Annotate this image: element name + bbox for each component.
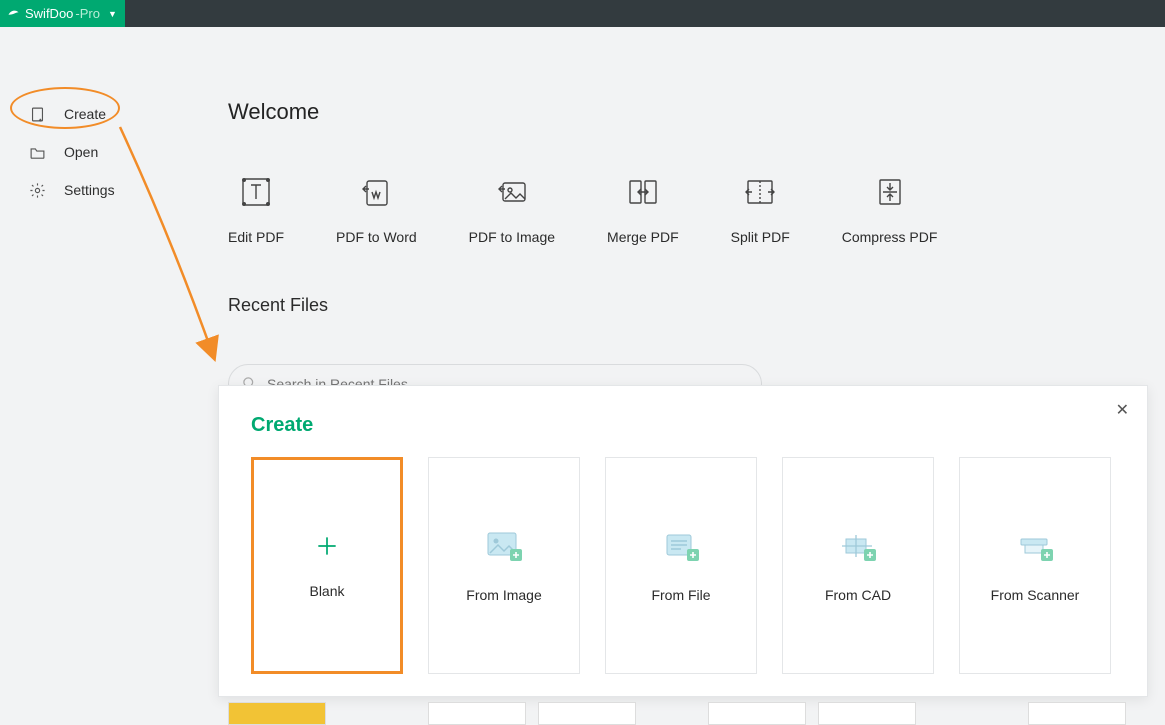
sidebar-item-label: Settings <box>64 182 115 198</box>
chevron-down-icon: ▼ <box>108 9 117 19</box>
create-option-label: Blank <box>309 583 344 599</box>
create-option-from-image[interactable]: From Image <box>428 457 580 674</box>
plus-icon <box>314 533 340 559</box>
sidebar-item-create[interactable]: Create <box>0 95 215 133</box>
qa-edit-pdf[interactable]: Edit PDF <box>228 173 284 245</box>
qa-label: Merge PDF <box>607 229 679 245</box>
pdf-to-word-icon <box>357 173 395 211</box>
sidebar-item-settings[interactable]: Settings <box>0 171 215 209</box>
close-icon: ✕ <box>1116 402 1129 419</box>
compress-pdf-icon <box>871 173 909 211</box>
thumbnail[interactable] <box>428 702 526 725</box>
cad-icon <box>838 529 878 563</box>
scanner-icon <box>1015 529 1055 563</box>
qa-split-pdf[interactable]: Split PDF <box>731 173 790 245</box>
image-icon <box>484 529 524 563</box>
qa-merge-pdf[interactable]: Merge PDF <box>607 173 679 245</box>
qa-label: PDF to Word <box>336 229 417 245</box>
titlebar: SwifDoo-Pro ▼ <box>0 0 1165 27</box>
create-option-from-scanner[interactable]: From Scanner <box>959 457 1111 674</box>
create-icon <box>28 105 46 123</box>
brand-suffix: -Pro <box>75 6 100 21</box>
recent-files-title: Recent Files <box>228 295 1165 316</box>
sidebar: Create Open Settings <box>0 27 215 725</box>
folder-icon <box>28 143 46 161</box>
thumbnail[interactable] <box>228 702 326 725</box>
qa-label: PDF to Image <box>469 229 555 245</box>
create-option-label: From File <box>651 587 710 603</box>
sidebar-item-label: Create <box>64 106 106 122</box>
brand-name: SwifDoo <box>25 6 73 21</box>
qa-compress-pdf[interactable]: Compress PDF <box>842 173 938 245</box>
page-title: Welcome <box>228 99 1165 125</box>
qa-label: Compress PDF <box>842 229 938 245</box>
edit-pdf-icon <box>237 173 275 211</box>
brand-badge[interactable]: SwifDoo-Pro ▼ <box>0 0 125 27</box>
file-icon <box>661 529 701 563</box>
merge-pdf-icon <box>624 173 662 211</box>
sidebar-item-open[interactable]: Open <box>0 133 215 171</box>
qa-label: Edit PDF <box>228 229 284 245</box>
thumbnail[interactable] <box>708 702 806 725</box>
create-option-from-file[interactable]: From File <box>605 457 757 674</box>
sidebar-item-label: Open <box>64 144 98 160</box>
thumbnail[interactable] <box>538 702 636 725</box>
create-options: Blank From Image From File From CAD From… <box>251 457 1115 674</box>
create-option-label: From Scanner <box>991 587 1080 603</box>
create-option-label: From Image <box>466 587 541 603</box>
create-popup: Create ✕ Blank From Image From File <box>218 385 1148 697</box>
split-pdf-icon <box>741 173 779 211</box>
quick-actions: Edit PDF PDF to Word PDF to Image Merge … <box>228 173 1165 245</box>
close-button[interactable]: ✕ <box>1116 400 1129 420</box>
pdf-to-image-icon <box>493 173 531 211</box>
gear-icon <box>28 181 46 199</box>
thumbnail[interactable] <box>818 702 916 725</box>
create-option-blank[interactable]: Blank <box>251 457 403 674</box>
create-option-label: From CAD <box>825 587 891 603</box>
popup-title: Create <box>251 414 1115 437</box>
qa-pdf-to-word[interactable]: PDF to Word <box>336 173 417 245</box>
qa-label: Split PDF <box>731 229 790 245</box>
qa-pdf-to-image[interactable]: PDF to Image <box>469 173 555 245</box>
recent-thumbnails <box>228 702 1165 725</box>
thumbnail[interactable] <box>1028 702 1126 725</box>
brand-icon <box>6 6 21 21</box>
create-option-from-cad[interactable]: From CAD <box>782 457 934 674</box>
